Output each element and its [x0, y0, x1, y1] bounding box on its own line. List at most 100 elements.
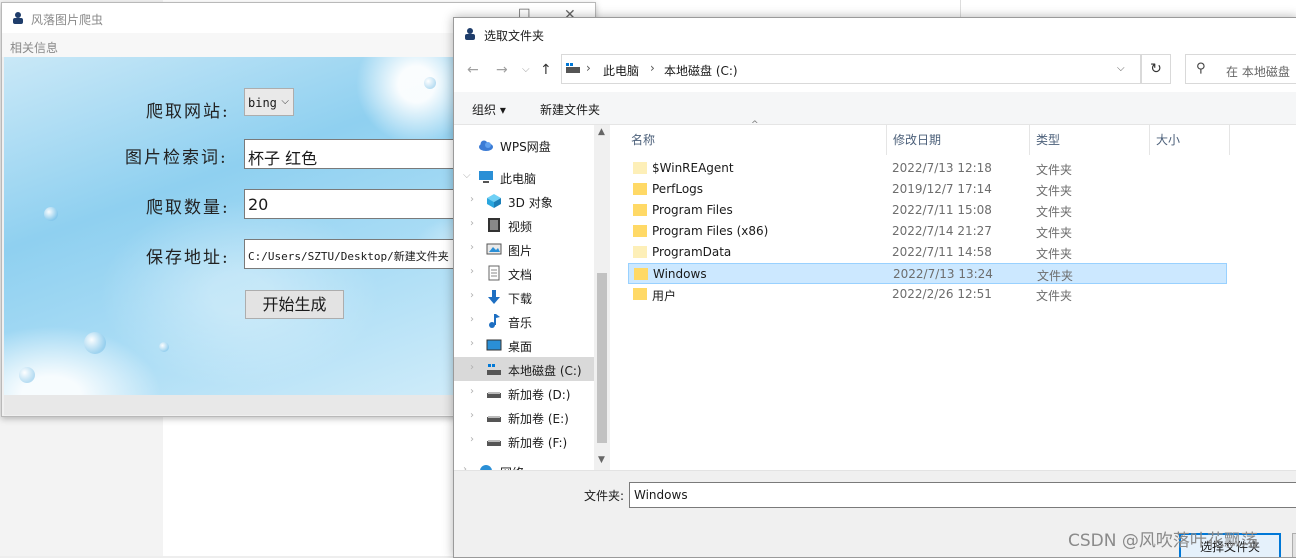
folder-icon [633, 162, 647, 174]
expand-chevron-icon[interactable]: › [470, 242, 474, 253]
list-item[interactable]: Program Files (x86) 2022/7/14 21:27 文件夹 [628, 221, 1227, 242]
file-name: $WinREAgent [652, 161, 734, 175]
breadcrumb-chevron-icon: › [650, 61, 655, 75]
address-dropdown-icon[interactable]: ⌵ [1117, 63, 1125, 74]
expand-chevron-icon[interactable]: › [470, 434, 474, 445]
nav-item-documents[interactable]: › 文档 [454, 261, 594, 285]
file-type: 文件夹 [1036, 226, 1073, 240]
network-icon [480, 465, 492, 470]
navigation-pane: WPS网盘 ⌵ 此电脑 › 3D 对象 › 视频 › 图片 › 文档 › 下载 … [454, 125, 594, 470]
column-divider[interactable] [1149, 125, 1150, 155]
expand-chevron-icon[interactable]: ⌵ [463, 170, 471, 181]
app-logo-icon [13, 12, 23, 24]
file-date: 2022/7/13 13:24 [893, 267, 993, 281]
list-item[interactable]: Program Files 2022/7/11 15:08 文件夹 [628, 200, 1227, 221]
column-header-name[interactable]: 名称 [631, 131, 655, 148]
bubble-decoration [44, 207, 58, 221]
list-item[interactable]: PerfLogs 2019/12/7 17:14 文件夹 [628, 179, 1227, 200]
chevron-down-icon: ⌵ [281, 96, 289, 107]
breadcrumb-drive-c[interactable]: 本地磁盘 (C:) [664, 62, 738, 79]
scroll-down-icon[interactable]: ▼ [598, 455, 605, 465]
site-label: 爬取网站: [146, 102, 230, 122]
list-item[interactable]: $WinREAgent 2022/7/13 12:18 文件夹 [628, 158, 1227, 179]
start-button[interactable]: 开始生成 [245, 290, 344, 319]
folder-picker-dialog: 选取文件夹 ← → ⌵ ↑ › 此电脑 › 本地磁盘 (C:) ⌵ ↻ ⚲ 在 … [453, 17, 1296, 558]
column-header-type[interactable]: 类型 [1036, 131, 1060, 148]
nav-item-3d-objects[interactable]: › 3D 对象 [454, 189, 594, 213]
folder-input[interactable]: Windows [629, 482, 1296, 508]
nav-item-drive-d[interactable]: › 新加卷 (D:) [454, 381, 594, 405]
organize-button[interactable]: 组织 ▾ [472, 101, 506, 118]
cancel-button[interactable] [1292, 533, 1296, 557]
nav-item-wps-cloud[interactable]: WPS网盘 [454, 133, 594, 157]
nav-item-label: WPS网盘 [500, 140, 551, 154]
file-name: PerfLogs [652, 182, 704, 196]
drive-icon [487, 392, 501, 398]
expand-chevron-icon[interactable]: › [470, 338, 474, 349]
drive-icon [487, 364, 501, 375]
nav-item-label: 桌面 [508, 340, 533, 354]
expand-chevron-icon[interactable]: › [470, 266, 474, 277]
file-type: 文件夹 [1036, 184, 1073, 198]
scroll-up-icon[interactable]: ▲ [598, 127, 605, 137]
column-header-size[interactable]: 大小 [1156, 131, 1180, 148]
file-list: ^ 名称 修改日期 类型 大小 $WinREAgent 2022/7/13 12… [611, 120, 1296, 470]
nav-item-downloads[interactable]: › 下载 [454, 285, 594, 309]
folder-icon [633, 225, 647, 237]
list-item[interactable]: ProgramData 2022/7/11 14:58 文件夹 [628, 242, 1227, 263]
expand-chevron-icon[interactable]: › [470, 290, 474, 301]
site-select-value: bing [248, 96, 277, 110]
breadcrumb-this-pc[interactable]: 此电脑 [603, 62, 639, 79]
expand-chevron-icon[interactable]: › [470, 218, 474, 229]
expand-chevron-icon[interactable]: › [470, 194, 474, 205]
site-select[interactable]: bing ⌵ [244, 88, 294, 116]
column-divider[interactable] [1229, 125, 1230, 155]
nav-item-pictures[interactable]: › 图片 [454, 237, 594, 261]
list-item-selected[interactable]: Windows 2022/7/13 13:24 文件夹 [628, 263, 1227, 284]
nav-item-music[interactable]: › 音乐 [454, 309, 594, 333]
forward-arrow-icon[interactable]: → [496, 62, 508, 78]
back-arrow-icon[interactable]: ← [467, 62, 479, 78]
nav-item-label: 下载 [508, 292, 533, 306]
list-item[interactable]: 用户 2022/2/26 12:51 文件夹 [628, 284, 1227, 305]
expand-chevron-icon[interactable]: › [470, 314, 474, 325]
new-folder-button[interactable]: 新建文件夹 [540, 101, 600, 118]
cloud-icon [479, 140, 493, 151]
column-divider[interactable] [886, 125, 887, 155]
column-header-date[interactable]: 修改日期 [893, 131, 941, 148]
dialog-title-bar[interactable]: 选取文件夹 [454, 18, 1296, 50]
refresh-button[interactable]: ↻ [1141, 54, 1171, 84]
nav-item-network[interactable]: › 网络 [454, 459, 594, 470]
nav-item-videos[interactable]: › 视频 [454, 213, 594, 237]
nav-item-label: 新加卷 (D:) [508, 388, 571, 402]
bubble-decoration [424, 77, 436, 89]
bubble-decoration [19, 367, 35, 383]
download-icon [488, 290, 500, 304]
nav-item-drive-f[interactable]: › 新加卷 (F:) [454, 429, 594, 453]
address-bar[interactable]: › 此电脑 › 本地磁盘 (C:) ⌵ [561, 54, 1141, 84]
nav-scrollbar[interactable]: ▲ ▼ [594, 125, 610, 470]
scrollbar-thumb[interactable] [597, 273, 607, 443]
bubble-decoration [159, 342, 169, 352]
nav-item-drive-e[interactable]: › 新加卷 (E:) [454, 405, 594, 429]
file-date: 2022/7/11 14:58 [892, 245, 992, 259]
up-arrow-icon[interactable]: ↑ [540, 62, 552, 78]
menu-about[interactable]: 相关信息 [10, 39, 58, 56]
folder-icon [633, 246, 647, 258]
keyword-input-value: 杯子 红色 [248, 149, 318, 168]
column-divider[interactable] [1029, 125, 1030, 155]
keyword-label: 图片检索词: [125, 148, 228, 168]
expand-chevron-icon[interactable]: › [470, 410, 474, 421]
nav-item-desktop[interactable]: › 桌面 [454, 333, 594, 357]
drive-icon [487, 440, 501, 446]
nav-item-drive-c[interactable]: › 本地磁盘 (C:) [454, 357, 594, 381]
search-icon: ⚲ [1196, 61, 1206, 76]
nav-item-label: 新加卷 (E:) [508, 412, 569, 426]
sort-ascending-icon: ^ [751, 120, 759, 130]
recent-chevron-icon[interactable]: ⌵ [522, 64, 530, 75]
nav-item-label: 3D 对象 [508, 196, 553, 210]
expand-chevron-icon[interactable]: › [470, 386, 474, 397]
search-box[interactable]: ⚲ 在 本地磁盘 [1185, 54, 1296, 84]
expand-chevron-icon[interactable]: › [470, 362, 474, 373]
nav-item-this-pc[interactable]: ⌵ 此电脑 [454, 165, 594, 189]
